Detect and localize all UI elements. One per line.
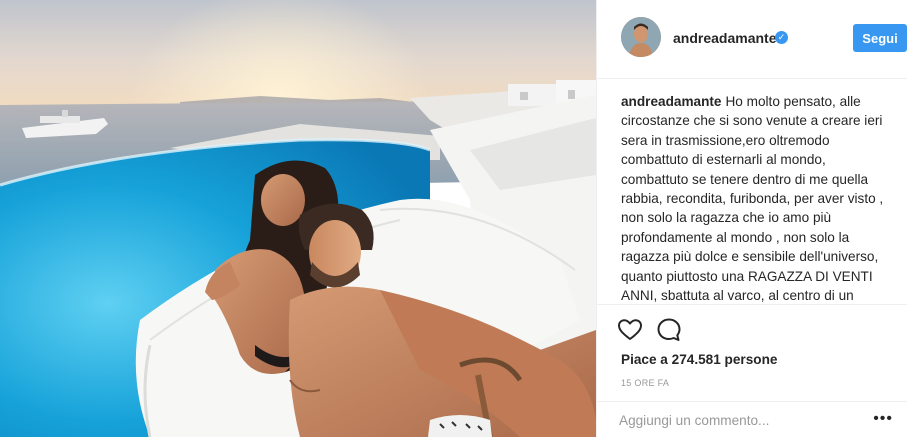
- verified-badge-icon: ✓: [775, 31, 788, 44]
- heart-icon[interactable]: [616, 316, 644, 344]
- post-timestamp[interactable]: 15 ORE FA: [621, 378, 669, 388]
- post-photo[interactable]: [0, 0, 596, 437]
- instagram-post: andreadamante ✓ Segui andreadamante Ho mo…: [0, 0, 907, 437]
- caption-username[interactable]: andreadamante: [621, 94, 721, 109]
- caption-text: Ho molto pensato, alle circostanze che s…: [621, 94, 884, 304]
- more-options-icon[interactable]: •••: [873, 411, 893, 427]
- add-comment-bar: •••: [597, 401, 907, 438]
- avatar[interactable]: [621, 17, 661, 57]
- header-username[interactable]: andreadamante: [673, 30, 776, 46]
- post-caption: andreadamante Ho molto pensato, alle circ…: [621, 92, 893, 304]
- avatar-photo-icon: [621, 17, 661, 57]
- photo-couple-selfie-pool: [0, 0, 596, 437]
- likes-count[interactable]: Piace a 274.581 persone: [621, 352, 777, 367]
- post-header: andreadamante ✓ Segui: [597, 0, 907, 79]
- post-side-panel: andreadamante ✓ Segui andreadamante Ho mo…: [596, 0, 907, 437]
- follow-button[interactable]: Segui: [853, 24, 907, 52]
- comment-bubble-icon[interactable]: [655, 316, 683, 344]
- comment-input[interactable]: [619, 410, 849, 430]
